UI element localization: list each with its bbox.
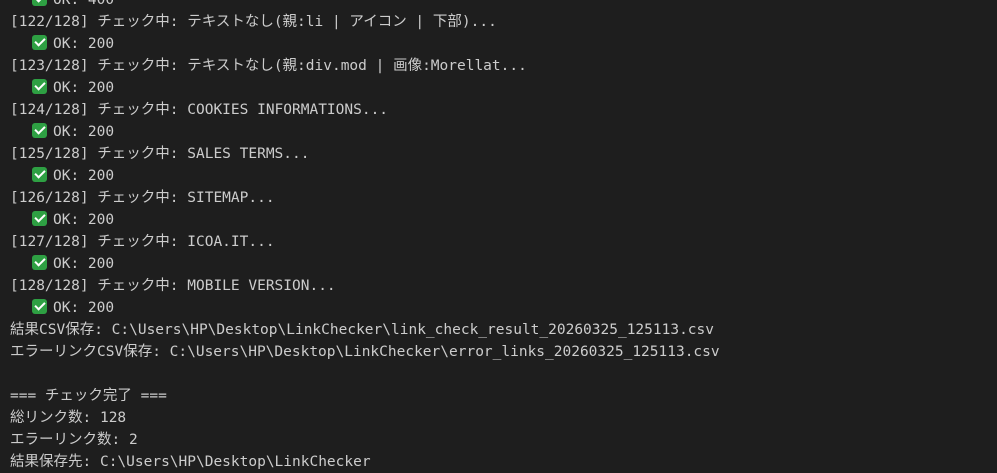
- log-line: [126/128] チェック中: SITEMAP...: [10, 187, 997, 209]
- check-mark-icon: [32, 123, 47, 138]
- status-ok-line: OK: 400: [10, 0, 997, 11]
- terminal-lines: OK: 400 [122/128] チェック中: テキストなし(親:li | アイ…: [10, 0, 997, 473]
- log-text: エラーリンク数: 2: [10, 432, 138, 448]
- log-line: 結果保存先: C:\Users\HP\Desktop\LinkChecker: [10, 451, 997, 473]
- status-ok-line: OK: 200: [10, 297, 997, 319]
- log-line: エラーリンク数: 2: [10, 429, 997, 451]
- status-ok-line: OK: 200: [10, 209, 997, 231]
- log-line: 総リンク数: 128: [10, 407, 997, 429]
- status-ok-line: OK: 200: [10, 33, 997, 55]
- log-line: === チェック完了 ===: [10, 385, 997, 407]
- check-mark-icon: [32, 79, 47, 94]
- status-ok-line: OK: 200: [10, 253, 997, 275]
- log-text: [126/128] チェック中: SITEMAP...: [10, 190, 275, 206]
- log-text: [127/128] チェック中: ICOA.IT...: [10, 234, 275, 250]
- check-mark-icon: [32, 211, 47, 226]
- log-line: エラーリンクCSV保存: C:\Users\HP\Desktop\LinkChe…: [10, 341, 997, 363]
- status-text: OK: 400: [53, 0, 115, 8]
- status-text: OK: 200: [53, 212, 115, 228]
- log-text: エラーリンクCSV保存: C:\Users\HP\Desktop\LinkChe…: [10, 344, 720, 360]
- check-mark-icon: [32, 0, 47, 6]
- log-line: [127/128] チェック中: ICOA.IT...: [10, 231, 997, 253]
- log-text: [123/128] チェック中: テキストなし(親:div.mod | 画像:M…: [10, 58, 527, 74]
- status-text: OK: 200: [53, 300, 115, 316]
- log-line: [124/128] チェック中: COOKIES INFORMATIONS...: [10, 99, 997, 121]
- log-line: 結果CSV保存: C:\Users\HP\Desktop\LinkChecker…: [10, 319, 997, 341]
- log-text: === チェック完了 ===: [10, 388, 167, 404]
- log-text: [122/128] チェック中: テキストなし(親:li | アイコン | 下部…: [10, 14, 497, 30]
- terminal-output[interactable]: OK: 400 [122/128] チェック中: テキストなし(親:li | アイ…: [0, 0, 997, 473]
- log-line: [128/128] チェック中: MOBILE VERSION...: [10, 275, 997, 297]
- check-mark-icon: [32, 167, 47, 182]
- status-ok-line: OK: 200: [10, 77, 997, 99]
- log-text: [125/128] チェック中: SALES TERMS...: [10, 146, 310, 162]
- status-text: OK: 200: [53, 80, 115, 96]
- log-text: [124/128] チェック中: COOKIES INFORMATIONS...: [10, 102, 389, 118]
- log-line: [122/128] チェック中: テキストなし(親:li | アイコン | 下部…: [10, 11, 997, 33]
- log-text: 総リンク数: 128: [10, 410, 127, 426]
- log-text: 結果CSV保存: C:\Users\HP\Desktop\LinkChecker…: [10, 322, 715, 338]
- log-text: 結果保存先: C:\Users\HP\Desktop\LinkChecker: [10, 454, 371, 470]
- check-mark-icon: [32, 255, 47, 270]
- check-mark-icon: [32, 35, 47, 50]
- status-text: OK: 200: [53, 256, 115, 272]
- log-line: [123/128] チェック中: テキストなし(親:div.mod | 画像:M…: [10, 55, 997, 77]
- status-text: OK: 200: [53, 124, 115, 140]
- status-ok-line: OK: 200: [10, 165, 997, 187]
- log-line: [125/128] チェック中: SALES TERMS...: [10, 143, 997, 165]
- log-text: [128/128] チェック中: MOBILE VERSION...: [10, 278, 336, 294]
- status-ok-line: OK: 200: [10, 121, 997, 143]
- status-text: OK: 200: [53, 36, 115, 52]
- status-text: OK: 200: [53, 168, 115, 184]
- check-mark-icon: [32, 299, 47, 314]
